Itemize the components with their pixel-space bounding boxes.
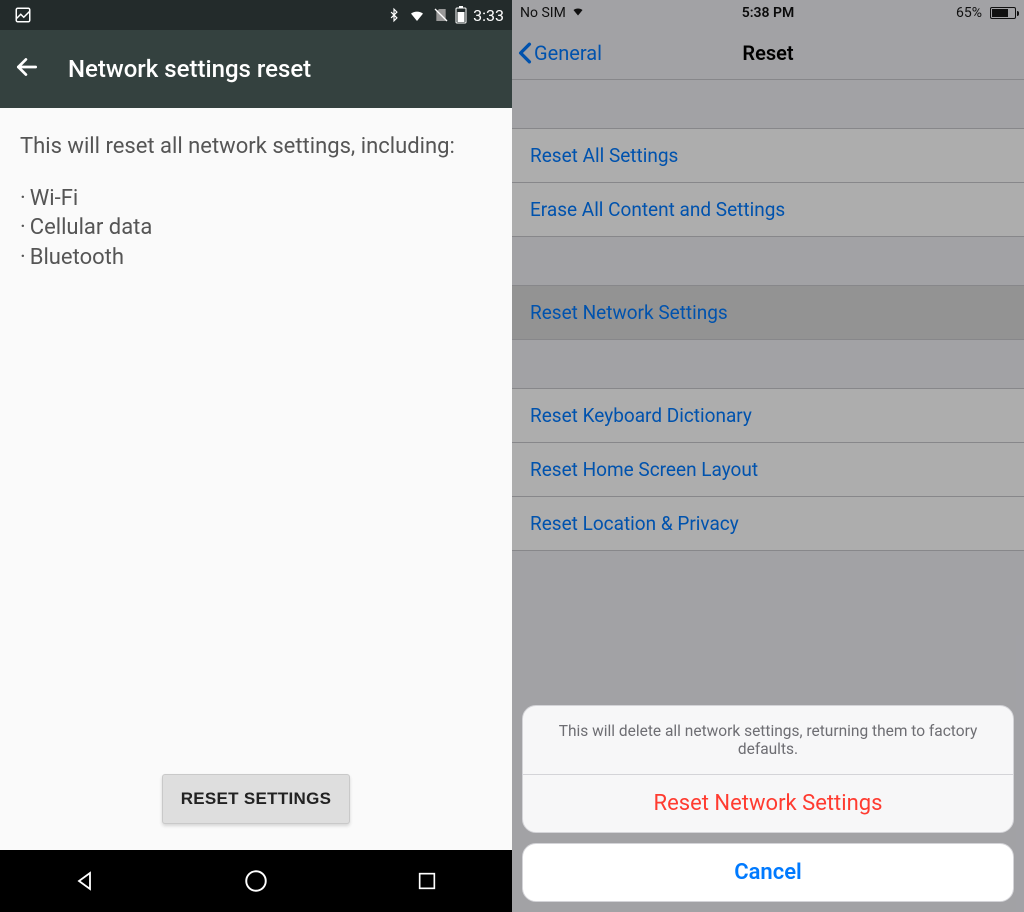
android-app-bar: Network settings reset <box>0 30 512 108</box>
android-nav-bar <box>0 850 512 912</box>
reset-settings-button[interactable]: RESET SETTINGS <box>162 774 351 824</box>
carrier-text: No SIM <box>520 5 566 21</box>
sheet-destructive-button[interactable]: Reset Network Settings <box>523 775 1013 832</box>
nav-home-icon[interactable] <box>172 868 341 894</box>
no-sim-icon <box>433 7 449 23</box>
bullet-item: Cellular data <box>20 213 492 243</box>
android-status-bar: 3:33 <box>0 0 512 30</box>
bluetooth-icon <box>387 6 401 24</box>
status-time: 3:33 <box>473 6 504 25</box>
ios-screen: No SIM 5:38 PM 65% General Reset <box>512 0 1024 912</box>
picture-icon <box>14 6 32 24</box>
nav-back-icon[interactable] <box>1 869 170 893</box>
nav-recent-icon[interactable] <box>342 870 511 892</box>
sheet-message: This will delete all network settings, r… <box>523 706 1013 775</box>
bullet-item: Bluetooth <box>20 243 492 273</box>
intro-text: This will reset all network settings, in… <box>20 132 492 162</box>
android-body: This will reset all network settings, in… <box>0 108 512 774</box>
bullet-item: Wi-Fi <box>20 184 492 214</box>
battery-pct: 65% <box>956 5 982 21</box>
sheet-cancel-button[interactable]: Cancel <box>522 843 1014 902</box>
action-sheet: This will delete all network settings, r… <box>522 705 1014 902</box>
back-arrow-icon[interactable] <box>14 54 40 84</box>
bullet-list: Wi-Fi Cellular data Bluetooth <box>20 184 492 273</box>
wifi-icon <box>570 5 586 21</box>
battery-icon <box>990 7 1016 19</box>
page-title: Network settings reset <box>68 55 311 83</box>
battery-icon <box>455 6 467 24</box>
wifi-icon <box>407 7 427 23</box>
android-screen: 3:33 Network settings reset This will re… <box>0 0 512 912</box>
